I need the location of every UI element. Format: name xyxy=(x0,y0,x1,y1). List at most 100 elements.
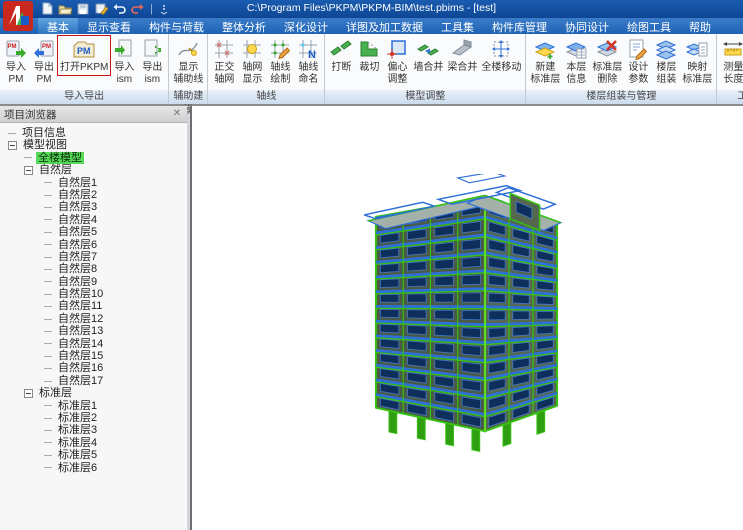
tree-item-自然层4[interactable]: 自然层4 xyxy=(0,214,187,226)
new-file-icon[interactable] xyxy=(40,2,54,15)
tree-item-标准层1[interactable]: 标准层1 xyxy=(0,400,187,412)
ribbon-group-工具: 测量长度测量角度工具 xyxy=(717,34,743,104)
ribbon-button-梁合并[interactable]: 梁合并 xyxy=(445,36,479,75)
tab-详图及加工数据[interactable]: 详图及加工数据 xyxy=(337,18,432,34)
ribbon-button-偏心调整[interactable]: 偏心调整 xyxy=(383,36,411,86)
tree-item-自然层16[interactable]: 自然层16 xyxy=(0,362,187,374)
tree-item-自然层10[interactable]: 自然层10 xyxy=(0,288,187,300)
tab-帮助[interactable]: 帮助 xyxy=(680,18,720,34)
ribbon-button-映射标准层[interactable]: 映射标准层 xyxy=(680,36,714,86)
tree-connector xyxy=(44,442,52,443)
open-file-icon[interactable] xyxy=(58,2,72,15)
ribbon-button-打开PKPM[interactable]: PM打开PKPM xyxy=(58,36,110,75)
ribbon-button-导出ism[interactable]: 导出ism xyxy=(138,36,166,86)
collapse-icon[interactable] xyxy=(24,166,33,175)
tree-item-自然层9[interactable]: 自然层9 xyxy=(0,276,187,288)
redo-icon[interactable] xyxy=(130,2,144,15)
tree-item-自然层13[interactable]: 自然层13 xyxy=(0,325,187,337)
open-pkpm-icon: PM xyxy=(72,37,96,61)
ribbon-button-全楼移动[interactable]: 全楼移动 xyxy=(479,36,523,75)
ribbon-button-导出PM[interactable]: PM导出PM xyxy=(30,36,58,86)
more-icon[interactable] xyxy=(157,2,171,15)
tree-item-自然层2[interactable]: 自然层2 xyxy=(0,189,187,201)
tree-item-标准层[interactable]: 标准层 xyxy=(0,387,187,399)
new-std-floor-icon xyxy=(533,37,557,61)
tree-item-标准层6[interactable]: 标准层6 xyxy=(0,462,187,474)
tree-item-label: 标准层2 xyxy=(56,412,99,424)
ribbon-button-测量长度[interactable]: 测量长度 xyxy=(719,36,743,86)
ribbon-button-本层信息[interactable]: 本层信息 xyxy=(562,36,590,86)
tab-构件与荷载[interactable]: 构件与荷载 xyxy=(140,18,213,34)
tree-item-自然层3[interactable]: 自然层3 xyxy=(0,201,187,213)
ribbon-button-导入ism[interactable]: 导入ism xyxy=(110,36,138,86)
ribbon-button-label: 墙合并 xyxy=(413,62,443,74)
ribbon-group-模型调整: 打断裁切偏心调整墙合并梁合并全楼移动模型调整 xyxy=(325,34,526,104)
ribbon-button-裁切[interactable]: 裁切 xyxy=(355,36,383,75)
tree-item-自然层14[interactable]: 自然层14 xyxy=(0,338,187,350)
tree-item-自然层12[interactable]: 自然层12 xyxy=(0,313,187,325)
ribbon-button-轴线命名[interactable]: N轴线命名 xyxy=(294,36,322,86)
tab-构件库管理[interactable]: 构件库管理 xyxy=(483,18,556,34)
tree-item-label: 标准层3 xyxy=(56,424,99,436)
svg-text:PM: PM xyxy=(8,44,17,50)
ribbon-button-新建标准层[interactable]: 新建标准层 xyxy=(528,36,562,86)
tree-item-自然层1[interactable]: 自然层1 xyxy=(0,177,187,189)
ribbon-button-墙合并[interactable]: 墙合并 xyxy=(411,36,445,75)
tree-item-自然层7[interactable]: 自然层7 xyxy=(0,251,187,263)
tree-item-自然层5[interactable]: 自然层5 xyxy=(0,226,187,238)
close-icon[interactable]: ✕ xyxy=(171,108,183,120)
model-viewport[interactable] xyxy=(190,105,743,530)
tree-item-label: 自然层10 xyxy=(56,288,105,300)
tab-显示查看[interactable]: 显示查看 xyxy=(78,18,140,34)
ribbon-button-导入PM[interactable]: PM导入PM xyxy=(2,36,30,86)
ribbon-button-显示辅助线[interactable]: 显示辅助线 xyxy=(171,36,205,86)
ribbon-button-设计参数[interactable]: 设计参数 xyxy=(624,36,652,86)
tree-item-label: 全楼模型 xyxy=(36,152,84,164)
tree-item-label: 自然层17 xyxy=(56,375,105,387)
tab-基本[interactable]: 基本 xyxy=(38,18,78,34)
tree-item-自然层[interactable]: 自然层 xyxy=(0,164,187,176)
wall-merge-icon xyxy=(416,37,440,61)
tab-协同设计[interactable]: 协同设计 xyxy=(556,18,618,34)
ribbon-button-标准层删除[interactable]: 标准层删除 xyxy=(590,36,624,86)
ribbon-button-label: 显示辅助线 xyxy=(173,62,203,85)
collapse-icon[interactable] xyxy=(8,141,17,150)
tab-整体分析[interactable]: 整体分析 xyxy=(213,18,275,34)
save-as-icon[interactable] xyxy=(94,2,108,15)
tree-item-自然层11[interactable]: 自然层11 xyxy=(0,300,187,312)
tree-item-自然层15[interactable]: 自然层15 xyxy=(0,350,187,362)
map-std-floor-icon xyxy=(685,37,709,61)
ribbon-button-轴网显示[interactable]: 轴网显示 xyxy=(238,36,266,86)
app-logo-icon[interactable] xyxy=(3,1,33,31)
tree-item-标准层3[interactable]: 标准层3 xyxy=(0,424,187,436)
tree-item-label: 自然层6 xyxy=(56,239,99,251)
break-icon xyxy=(329,37,353,61)
tab-深化设计[interactable]: 深化设计 xyxy=(275,18,337,34)
ribbon-group-label: 楼层组装与管理 xyxy=(526,90,716,104)
ribbon-button-打断[interactable]: 打断 xyxy=(327,36,355,75)
tree-item-标准层5[interactable]: 标准层5 xyxy=(0,449,187,461)
tree-item-自然层17[interactable]: 自然层17 xyxy=(0,375,187,387)
ribbon-button-正交轴网[interactable]: 正交轴网 xyxy=(210,36,238,86)
tab-工具集[interactable]: 工具集 xyxy=(432,18,483,34)
ribbon-button-轴线绘制[interactable]: 轴线绘制 xyxy=(266,36,294,86)
tree-item-项目信息[interactable]: 项目信息 xyxy=(0,127,187,139)
collapse-icon[interactable] xyxy=(24,389,33,398)
tree-connector xyxy=(44,381,52,382)
tree-item-自然层8[interactable]: 自然层8 xyxy=(0,263,187,275)
ribbon-button-楼层组装[interactable]: 楼层组装 xyxy=(652,36,680,86)
tree-item-全楼模型[interactable]: 全楼模型 xyxy=(0,152,187,164)
tree-item-标准层2[interactable]: 标准层2 xyxy=(0,412,187,424)
ribbon-tabs: 基本显示查看构件与荷载整体分析深化设计详图及加工数据工具集构件库管理协同设计绘图… xyxy=(0,18,743,34)
tree-item-label: 自然层9 xyxy=(56,276,99,288)
undo-icon[interactable] xyxy=(112,2,126,15)
tab-绘图工具[interactable]: 绘图工具 xyxy=(618,18,680,34)
svg-text:PM: PM xyxy=(77,46,91,56)
tree-item-标准层4[interactable]: 标准层4 xyxy=(0,437,187,449)
tree-item-模型视图[interactable]: 模型视图 xyxy=(0,139,187,151)
tree-item-自然层6[interactable]: 自然层6 xyxy=(0,239,187,251)
save-icon[interactable] xyxy=(76,2,90,15)
project-browser-header: 项目浏览器 ✕ xyxy=(0,106,187,123)
measure-length-icon xyxy=(721,37,743,61)
tree-connector xyxy=(44,356,52,357)
